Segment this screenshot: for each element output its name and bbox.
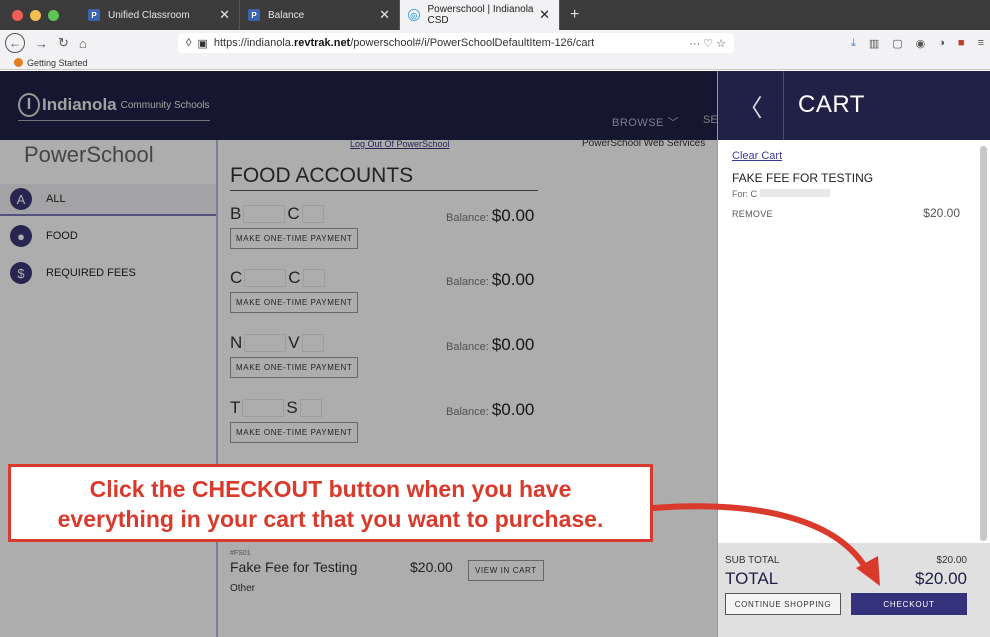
cart-item-name: FAKE FEE FOR TESTING [732, 171, 874, 185]
cart-item-for: For: C [732, 189, 830, 199]
chevron-left-icon[interactable]: 〈 [718, 71, 784, 140]
cart-title: CART [798, 91, 865, 118]
lock-icon: ▣ [197, 37, 208, 50]
browser-tab-bar: P Unified Classroom ✕ P Balance ✕ ◎ Powe… [0, 0, 990, 30]
navigation-toolbar: ← → ↻ ⌂ ◊ ▣ https://indianola.revtrak.ne… [0, 30, 990, 56]
menu-icon[interactable]: ≡ [978, 37, 984, 50]
close-tab-icon[interactable]: ✕ [219, 7, 230, 23]
tab-unified-classroom[interactable]: P Unified Classroom ✕ [80, 0, 240, 30]
clear-cart-link[interactable]: Clear Cart [732, 150, 782, 162]
powerschool-icon: P [248, 9, 260, 21]
window-controls [0, 0, 80, 30]
remove-item-link[interactable]: REMOVE [732, 209, 773, 219]
firefox-icon [14, 58, 23, 67]
total-value: $20.00 [915, 569, 967, 588]
library-icon[interactable]: ▥ [869, 37, 879, 50]
page-actions-icons[interactable]: ··· ♡ ☆ [689, 37, 726, 50]
cart-scrollbar[interactable] [980, 146, 987, 541]
tab-label: Powerschool | Indianola CSD [427, 4, 534, 26]
callout-line-1: Click the CHECKOUT button when you have [89, 476, 572, 502]
cart-panel: 〈 CART Clear Cart FAKE FEE FOR TESTING F… [717, 71, 990, 637]
sidebar-icon[interactable]: ▢ [892, 37, 902, 50]
instruction-callout: Click the CHECKOUT button when you have … [8, 464, 653, 542]
tab-powerschool-indianola[interactable]: ◎ Powerschool | Indianola CSD ✕ [400, 0, 560, 30]
url-text: https://indianola.revtrak.net/powerschoo… [213, 37, 595, 49]
account-icon[interactable]: ◉ [916, 37, 926, 50]
bookmark-getting-started[interactable]: Getting Started [27, 58, 88, 68]
bookmarks-bar: Getting Started [0, 56, 990, 70]
continue-shopping-button[interactable]: CONTINUE SHOPPING [725, 593, 841, 615]
back-icon[interactable]: ← [5, 33, 25, 53]
tab-balance[interactable]: P Balance ✕ [240, 0, 400, 30]
home-icon[interactable]: ⌂ [79, 36, 87, 51]
checkout-button[interactable]: CHECKOUT [851, 593, 967, 615]
addon-badge-icon[interactable]: ■ [958, 37, 965, 50]
cart-summary: SUB TOTAL $20.00 TOTAL $20.00 CONTINUE S… [718, 543, 990, 637]
close-tab-icon[interactable]: ✕ [379, 7, 390, 23]
shield-icon: ◊ [186, 37, 192, 49]
close-window-button[interactable] [12, 9, 23, 21]
cart-item-price: $20.00 [923, 206, 960, 220]
minimize-window-button[interactable] [30, 9, 41, 21]
total-label: TOTAL [725, 569, 779, 588]
cart-header: 〈 CART [718, 71, 990, 140]
extension-icon[interactable]: ◑ [938, 37, 945, 50]
close-tab-icon[interactable]: ✕ [539, 7, 550, 23]
address-bar[interactable]: ◊ ▣ https://indianola.revtrak.net/powers… [178, 33, 734, 53]
globe-icon: ◎ [408, 9, 420, 21]
reload-icon[interactable]: ↻ [58, 35, 69, 51]
zoom-window-button[interactable] [48, 9, 59, 21]
subtotal-value: $20.00 [936, 555, 967, 566]
modal-overlay[interactable] [0, 71, 717, 637]
tab-label: Unified Classroom [108, 9, 190, 21]
toolbar-icons: ⤓ ▥ ▢ ◉ ◑ ■ ≡ [851, 37, 984, 50]
download-icon[interactable]: ⤓ [851, 37, 856, 50]
callout-line-2: everything in your cart that you want to… [57, 506, 604, 532]
powerschool-icon: P [88, 9, 100, 21]
forward-icon[interactable]: → [35, 36, 48, 51]
new-tab-button[interactable]: + [560, 0, 589, 30]
subtotal-label: SUB TOTAL [725, 555, 780, 566]
tab-label: Balance [268, 9, 305, 21]
